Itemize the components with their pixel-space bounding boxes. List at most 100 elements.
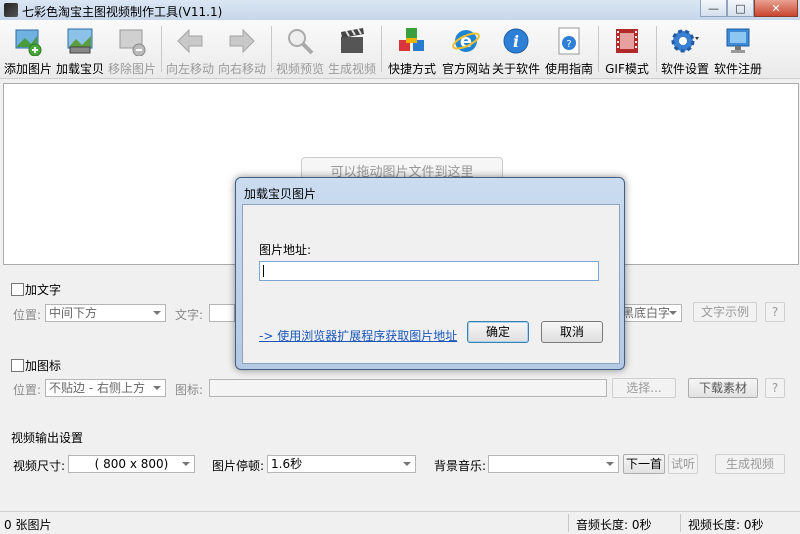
add-text-label: 加文字 bbox=[25, 283, 62, 297]
text-position-select[interactable]: 中间下方 bbox=[45, 304, 166, 322]
gif-mode-button[interactable]: GIF模式 bbox=[603, 26, 651, 76]
title-bar: 七彩色淘宝主图视频制作工具(V11.1) — □ ✕ bbox=[0, 0, 800, 21]
cubes-icon bbox=[397, 26, 427, 56]
load-item-button[interactable]: 加载宝贝 bbox=[56, 26, 104, 76]
logo-help-button[interactable]: ? bbox=[765, 378, 785, 398]
monitor-icon bbox=[723, 26, 753, 56]
text-help-button[interactable]: ? bbox=[765, 302, 785, 322]
load-item-label: 加载宝贝 bbox=[56, 62, 105, 76]
svg-text:i: i bbox=[513, 32, 519, 51]
move-right-button[interactable]: 向右移动 bbox=[218, 26, 266, 76]
shortcut-label: 快捷方式 bbox=[387, 62, 436, 76]
close-button[interactable]: ✕ bbox=[754, 0, 798, 17]
ie-icon: e bbox=[451, 26, 481, 56]
video-size-value: ( 800 x 800) bbox=[94, 457, 169, 471]
image-pause-label: 图片停顿: bbox=[212, 459, 265, 473]
ok-button[interactable]: 确定 bbox=[467, 321, 529, 343]
toolbar-separator bbox=[271, 26, 272, 72]
magnifier-icon bbox=[285, 26, 315, 56]
info-icon: i bbox=[501, 26, 531, 56]
text-position-value: 中间下方 bbox=[49, 306, 98, 320]
image-url-input[interactable] bbox=[259, 261, 599, 281]
browser-extension-link[interactable]: -> 使用浏览器扩展程序获取图片地址 bbox=[259, 327, 457, 344]
dialog-title: 加载宝贝图片 bbox=[244, 187, 317, 201]
add-image-label: 添加图片 bbox=[4, 62, 53, 76]
text-position-label: 位置: bbox=[13, 308, 42, 322]
minimize-button[interactable]: — bbox=[700, 0, 727, 17]
cancel-button[interactable]: 取消 bbox=[541, 321, 603, 343]
chevron-down-icon bbox=[403, 462, 411, 466]
load-item-icon bbox=[65, 26, 95, 56]
add-image-icon bbox=[13, 26, 43, 57]
video-preview-label: 视频预览 bbox=[276, 62, 325, 76]
next-track-button[interactable]: 下一首 bbox=[623, 454, 665, 474]
move-right-label: 向右移动 bbox=[218, 62, 267, 76]
status-bar: 0 张图片 音频长度: 0秒 视频长度: 0秒 bbox=[0, 511, 800, 534]
add-text-checkbox[interactable] bbox=[11, 283, 24, 296]
logo-position-label: 位置: bbox=[13, 383, 42, 397]
logo-position-select[interactable]: 不贴边 - 右侧上方 bbox=[45, 379, 166, 397]
video-size-select[interactable]: ( 800 x 800) bbox=[68, 455, 195, 473]
remove-image-icon bbox=[117, 26, 147, 57]
text-content-input[interactable] bbox=[209, 304, 235, 322]
audio-length: 音频长度: 0秒 bbox=[576, 518, 652, 532]
film-icon bbox=[612, 26, 642, 56]
clapper-icon bbox=[337, 26, 367, 56]
register-button[interactable]: 软件注册 bbox=[712, 26, 764, 76]
toolbar-separator bbox=[598, 26, 599, 72]
image-count: 0 张图片 bbox=[4, 518, 52, 532]
register-label: 软件注册 bbox=[713, 62, 762, 76]
guide-label: 使用指南 bbox=[544, 62, 593, 76]
svg-text:?: ? bbox=[566, 39, 571, 50]
chevron-down-icon bbox=[153, 386, 161, 390]
output-settings-panel: 视频输出设置 视频尺寸: ( 800 x 800) 图片停顿: 1.6秒 背景音… bbox=[5, 426, 795, 486]
chevron-down-icon bbox=[182, 462, 190, 466]
background-music-label: 背景音乐: bbox=[434, 459, 487, 473]
move-left-button[interactable]: 向左移动 bbox=[166, 26, 214, 76]
listen-button[interactable]: 试听 bbox=[668, 454, 698, 474]
logo-path-input[interactable] bbox=[209, 379, 607, 397]
arrow-left-icon bbox=[175, 26, 205, 56]
background-music-select[interactable] bbox=[488, 455, 619, 473]
remove-image-button[interactable]: 移除图片 bbox=[108, 26, 156, 76]
shortcut-button[interactable]: 快捷方式 bbox=[386, 26, 438, 76]
gif-mode-label: GIF模式 bbox=[605, 62, 649, 76]
text-sample-button[interactable]: 文字示例 bbox=[693, 302, 757, 322]
official-site-button[interactable]: e 官方网站 bbox=[440, 26, 492, 76]
generate-video-button[interactable]: 生成视频 bbox=[715, 454, 785, 474]
logo-position-value: 不贴边 - 右侧上方 bbox=[49, 381, 145, 395]
image-url-label: 图片地址: bbox=[259, 243, 312, 257]
output-settings-title: 视频输出设置 bbox=[11, 431, 84, 445]
window-controls: — □ ✕ bbox=[700, 0, 798, 18]
status-divider bbox=[680, 514, 681, 532]
maximize-button[interactable]: □ bbox=[727, 0, 754, 17]
add-logo-label: 加图标 bbox=[25, 359, 62, 373]
logo-path-label: 图标: bbox=[175, 383, 204, 397]
add-logo-checkbox[interactable] bbox=[11, 359, 24, 372]
video-preview-button[interactable]: 视频预览 bbox=[276, 26, 324, 76]
logo-browse-button[interactable]: 选择... bbox=[612, 378, 676, 398]
image-pause-select[interactable]: 1.6秒 bbox=[267, 455, 416, 473]
remove-image-label: 移除图片 bbox=[108, 62, 157, 76]
official-site-label: 官方网站 bbox=[441, 62, 490, 76]
toolbar-separator bbox=[381, 26, 382, 72]
generate-video-toolbar-button[interactable]: 生成视频 bbox=[328, 26, 376, 76]
video-length: 视频长度: 0秒 bbox=[688, 518, 764, 532]
guide-button[interactable]: ? 使用指南 bbox=[544, 26, 594, 76]
download-assets-button[interactable]: 下载素材 bbox=[688, 378, 758, 398]
app-icon bbox=[4, 3, 18, 17]
generate-video-toolbar-label: 生成视频 bbox=[328, 62, 377, 76]
text-style-select[interactable]: 黑底白字 bbox=[618, 304, 682, 322]
settings-button[interactable]: 软件设置 bbox=[660, 26, 710, 76]
text-content-label: 文字: bbox=[175, 308, 204, 322]
text-style-value: 黑底白字 bbox=[622, 306, 671, 320]
move-left-label: 向左移动 bbox=[166, 62, 215, 76]
settings-label: 软件设置 bbox=[660, 62, 709, 76]
load-item-dialog: 加载宝贝图片 图片地址: -> 使用浏览器扩展程序获取图片地址 确定 取消 bbox=[235, 177, 625, 370]
image-pause-value: 1.6秒 bbox=[271, 457, 303, 471]
add-image-button[interactable]: 添加图片 bbox=[4, 26, 52, 76]
arrow-right-icon bbox=[227, 26, 257, 56]
chevron-down-icon bbox=[606, 462, 614, 466]
toolbar-separator bbox=[161, 26, 162, 72]
about-button[interactable]: i 关于软件 bbox=[492, 26, 540, 76]
